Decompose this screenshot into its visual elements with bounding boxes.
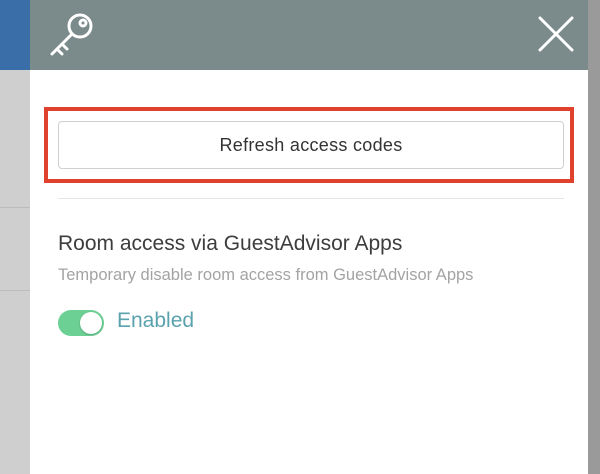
panel-header bbox=[30, 0, 588, 70]
room-access-toggle[interactable] bbox=[58, 310, 104, 336]
refresh-access-codes-button[interactable]: Refresh access codes bbox=[58, 121, 564, 169]
screen: Refresh access codes Room access via Gue… bbox=[0, 0, 600, 474]
background-divider bbox=[0, 207, 30, 208]
background-app-content bbox=[0, 70, 30, 474]
room-access-title: Room access via GuestAdvisor Apps bbox=[58, 232, 403, 255]
key-icon bbox=[50, 13, 93, 56]
room-access-description: Temporary disable room access from Guest… bbox=[58, 266, 474, 284]
background-app-topbar bbox=[0, 0, 30, 70]
close-icon[interactable] bbox=[536, 14, 576, 54]
section-divider bbox=[58, 198, 564, 199]
background-overlay-edge bbox=[588, 0, 600, 474]
toggle-status-label: Enabled bbox=[117, 309, 195, 332]
background-divider bbox=[0, 290, 30, 291]
access-codes-panel: Refresh access codes Room access via Gue… bbox=[30, 0, 588, 474]
toggle-knob bbox=[80, 312, 102, 334]
